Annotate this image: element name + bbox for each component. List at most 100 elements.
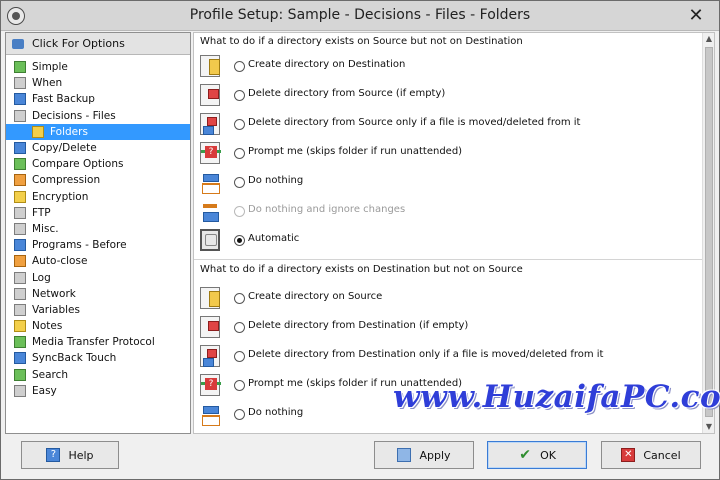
source-only-title: What to do if a directory exists on Sour… bbox=[200, 36, 523, 47]
sidebar-item-simple[interactable]: Simple bbox=[6, 59, 190, 75]
destination-only-option[interactable]: Create directory on Source bbox=[194, 285, 702, 311]
apply-button[interactable]: Apply bbox=[374, 441, 474, 469]
sidebar-item-fast-backup[interactable]: Fast Backup bbox=[6, 91, 190, 107]
sidebar-item-ftp[interactable]: FTP bbox=[6, 205, 190, 221]
sidebar-item-folders[interactable]: Folders bbox=[6, 123, 190, 140]
radio-button[interactable] bbox=[234, 409, 245, 420]
radio-button[interactable] bbox=[234, 61, 245, 72]
option-label: Delete directory from Destination (if em… bbox=[248, 320, 469, 331]
destination-only-section: What to do if a directory exists on Dest… bbox=[194, 263, 704, 277]
delete-folder-icon bbox=[200, 84, 220, 106]
automatic-icon bbox=[200, 229, 220, 251]
source-only-option[interactable]: Delete directory from Source (if empty) bbox=[194, 82, 702, 108]
cancel-button[interactable]: ✕ Cancel bbox=[601, 441, 701, 469]
auto-close-icon bbox=[14, 255, 26, 268]
help-icon: ? bbox=[46, 448, 61, 462]
sidebar-item-label: Encryption bbox=[32, 190, 89, 203]
options-tree: Simple When Fast Backup Decisions - Files Fo… bbox=[6, 55, 190, 399]
radio-button[interactable] bbox=[234, 235, 245, 246]
sidebar-item-notes[interactable]: Notes bbox=[6, 318, 190, 334]
checkmark-icon: ✔ bbox=[519, 447, 531, 463]
sidebar-item-label: Log bbox=[32, 271, 51, 284]
scroll-up-icon[interactable]: ▲ bbox=[703, 33, 714, 45]
profile-setup-window: Profile Setup: Sample - Decisions - File… bbox=[0, 0, 720, 480]
sidebar-item-encryption[interactable]: Encryption bbox=[6, 189, 190, 205]
media-icon bbox=[14, 336, 26, 349]
easy-icon bbox=[14, 384, 26, 397]
option-label: Delete directory from Destination only i… bbox=[248, 349, 604, 360]
prompt-icon bbox=[200, 374, 221, 396]
option-label: Do nothing bbox=[248, 175, 304, 186]
sidebar-item-decisions-files[interactable]: Decisions - Files bbox=[6, 108, 190, 124]
notes-icon bbox=[14, 320, 26, 333]
sidebar-item-label: Notes bbox=[32, 320, 63, 333]
option-label: Do nothing bbox=[248, 407, 304, 418]
destination-only-title: What to do if a directory exists on Dest… bbox=[200, 264, 523, 275]
ftp-icon bbox=[14, 206, 26, 219]
sidebar-item-compare-options[interactable]: Compare Options bbox=[6, 156, 190, 172]
sidebar-item-label: Network bbox=[32, 287, 76, 300]
sidebar-item-label: Decisions - Files bbox=[32, 109, 116, 122]
source-only-option[interactable]: Delete directory from Source only if a f… bbox=[194, 111, 702, 137]
sidebar-item-label: When bbox=[32, 77, 63, 90]
sidebar-item-media-transfer-protocol[interactable]: Media Transfer Protocol bbox=[6, 334, 190, 350]
programs-icon bbox=[14, 239, 26, 252]
radio-button[interactable] bbox=[234, 90, 245, 101]
radio-button[interactable] bbox=[234, 351, 245, 362]
source-only-option[interactable]: Automatic bbox=[194, 227, 702, 253]
vertical-scrollbar[interactable]: ▲ ▼ bbox=[702, 33, 714, 433]
sidebar-item-syncback-touch[interactable]: SyncBack Touch bbox=[6, 350, 190, 366]
sidebar-item-label: Auto-close bbox=[32, 255, 88, 268]
misc-icon bbox=[14, 222, 26, 235]
sidebar-item-label: Variables bbox=[32, 303, 80, 316]
radio-button[interactable] bbox=[234, 119, 245, 130]
cancel-button-label: Cancel bbox=[643, 448, 681, 462]
option-label: Automatic bbox=[248, 233, 300, 244]
sidebar-item-label: Easy bbox=[32, 384, 57, 397]
sidebar-item-log[interactable]: Log bbox=[6, 269, 190, 285]
radio-button[interactable] bbox=[234, 177, 245, 188]
lock-icon bbox=[14, 190, 26, 203]
help-button[interactable]: ? Help bbox=[21, 441, 119, 469]
title-bar: Profile Setup: Sample - Decisions - File… bbox=[1, 1, 719, 31]
simple-icon bbox=[14, 61, 26, 74]
compare-icon bbox=[14, 158, 26, 171]
radio-button[interactable] bbox=[234, 380, 245, 391]
radio-button[interactable] bbox=[234, 293, 245, 304]
destination-only-option[interactable]: Delete directory from Destination (if em… bbox=[194, 314, 702, 340]
section-divider bbox=[194, 259, 702, 260]
source-only-option[interactable]: Prompt me (skips folder if run unattende… bbox=[194, 140, 702, 166]
sidebar-item-label: Copy/Delete bbox=[32, 142, 97, 155]
sidebar-item-easy[interactable]: Easy bbox=[6, 383, 190, 399]
destination-only-option[interactable]: Delete directory from Destination only i… bbox=[194, 343, 702, 369]
sidebar-item-misc[interactable]: Misc. bbox=[6, 221, 190, 237]
network-icon bbox=[14, 287, 26, 300]
sidebar-item-when[interactable]: When bbox=[6, 75, 190, 91]
radio-button[interactable] bbox=[234, 322, 245, 333]
sidebar-item-variables[interactable]: Variables bbox=[6, 302, 190, 318]
sidebar-item-compression[interactable]: Compression bbox=[6, 172, 190, 188]
decisions-icon bbox=[14, 109, 26, 122]
option-label: Create directory on Source bbox=[248, 291, 383, 302]
ok-button[interactable]: ✔ OK bbox=[487, 441, 587, 469]
sidebar-item-copy-delete[interactable]: Copy/Delete bbox=[6, 140, 190, 156]
folders-settings-panel: What to do if a directory exists on Sour… bbox=[193, 32, 715, 434]
scroll-thumb[interactable] bbox=[705, 47, 713, 417]
close-button[interactable]: ✕ bbox=[681, 3, 711, 29]
radio-button[interactable] bbox=[234, 148, 245, 159]
sidebar-item-label: Compression bbox=[32, 174, 101, 187]
delete-moved-icon bbox=[200, 113, 220, 135]
sidebar-item-search[interactable]: Search bbox=[6, 367, 190, 383]
log-icon bbox=[14, 271, 26, 284]
sidebar-item-programs-before[interactable]: Programs - Before bbox=[6, 237, 190, 253]
touch-icon bbox=[14, 352, 26, 365]
source-only-option[interactable]: Do nothing bbox=[194, 169, 702, 195]
sidebar-item-network[interactable]: Network bbox=[6, 286, 190, 302]
sidebar-item-label: Simple bbox=[32, 61, 68, 74]
sidebar-item-auto-close[interactable]: Auto-close bbox=[6, 253, 190, 269]
delete-moved-icon bbox=[200, 345, 220, 367]
source-only-option[interactable]: Create directory on Destination bbox=[194, 53, 702, 79]
scroll-down-icon[interactable]: ▼ bbox=[703, 421, 714, 433]
button-bar: ? Help Apply ✔ OK ✕ Cancel bbox=[1, 435, 719, 479]
window-title: Profile Setup: Sample - Decisions - File… bbox=[189, 7, 531, 23]
